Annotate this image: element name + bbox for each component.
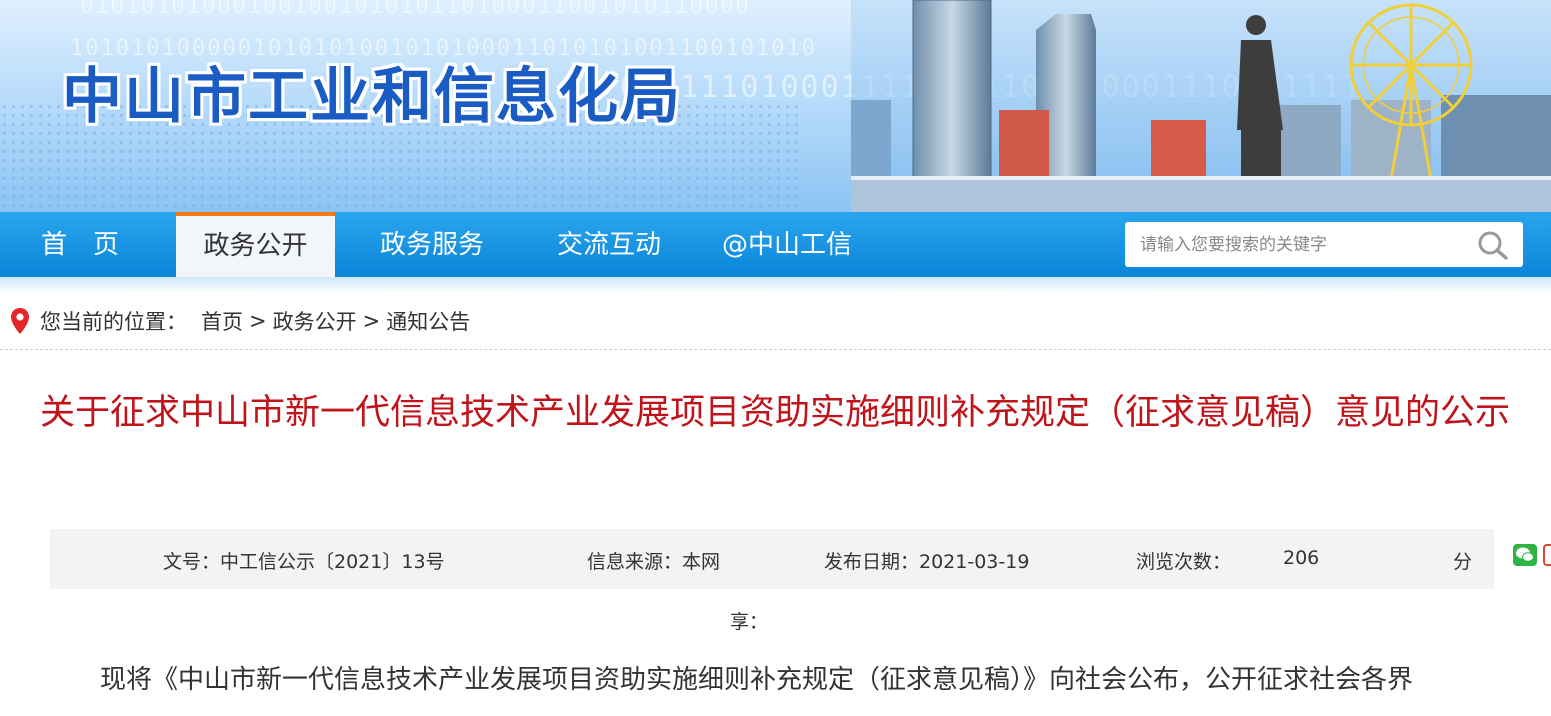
doc-number: 文号：中工信公示〔2021〕13号 xyxy=(163,551,445,573)
breadcrumb-notice-link[interactable]: 通知公告 xyxy=(386,306,470,336)
nav-item-government-affairs[interactable]: 政务公开 xyxy=(176,212,335,278)
nav-item-government-services[interactable]: 政务服务 xyxy=(352,212,512,277)
breadcrumb-separator: > xyxy=(362,309,381,333)
share-label: 分 xyxy=(1453,551,1473,573)
weibo-icon[interactable] xyxy=(1543,544,1551,566)
article-body-text: 现将《中山市新一代信息技术产业发展项目资助实施细则补充规定（征求意见稿）》向社会… xyxy=(100,665,1414,695)
wechat-icon[interactable] xyxy=(1513,544,1537,566)
nav-item-home[interactable]: 首 页 xyxy=(0,212,160,277)
share-icons xyxy=(1513,544,1551,566)
building-tower xyxy=(912,0,992,181)
info-source: 信息来源：本网 xyxy=(587,551,721,573)
breadcrumb: 您当前的位置： 首页 > 政务公开 > 通知公告 xyxy=(10,306,470,336)
article-meta-bar: 文号：中工信公示〔2021〕13号 信息来源：本网 发布日期：2021-03-1… xyxy=(50,529,1494,589)
site-title: 中山市工业和信息化局 xyxy=(62,62,682,132)
view-count: 206 xyxy=(1283,547,1320,569)
breadcrumb-home-link[interactable]: 首页 xyxy=(201,306,243,336)
nav-item-interaction[interactable]: 交流互动 xyxy=(528,212,690,277)
article-title: 关于征求中山市新一代信息技术产业发展项目资助实施细则补充规定（征求意见稿）意见的… xyxy=(40,393,1511,433)
search-box xyxy=(1125,222,1523,267)
nav-item-zhongshan-gongxin[interactable]: @中山工信 xyxy=(704,212,870,277)
share-label-continued: 享： xyxy=(730,611,769,633)
nav-shadow xyxy=(0,277,1551,293)
banner-binary-text: 0101010100010010010101011010001100101011… xyxy=(80,0,751,19)
breadcrumb-prefix: 您当前的位置： xyxy=(40,310,187,334)
city-skyline-illustration xyxy=(851,0,1551,212)
search-input[interactable] xyxy=(1125,222,1465,267)
site-banner: 0101010100010010010101011010001100101011… xyxy=(0,0,1551,212)
main-nav: 首 页 政务公开 政务服务 交流互动 @中山工信 xyxy=(0,212,1551,278)
location-pin-icon xyxy=(11,308,29,334)
view-count-label: 浏览次数： xyxy=(1136,551,1232,573)
breadcrumb-government-affairs-link[interactable]: 政务公开 xyxy=(273,306,357,336)
breadcrumb-divider xyxy=(0,349,1551,350)
publish-date: 发布日期：2021-03-19 xyxy=(824,551,1030,573)
breadcrumb-separator: > xyxy=(249,309,267,333)
search-icon[interactable] xyxy=(1477,230,1509,260)
